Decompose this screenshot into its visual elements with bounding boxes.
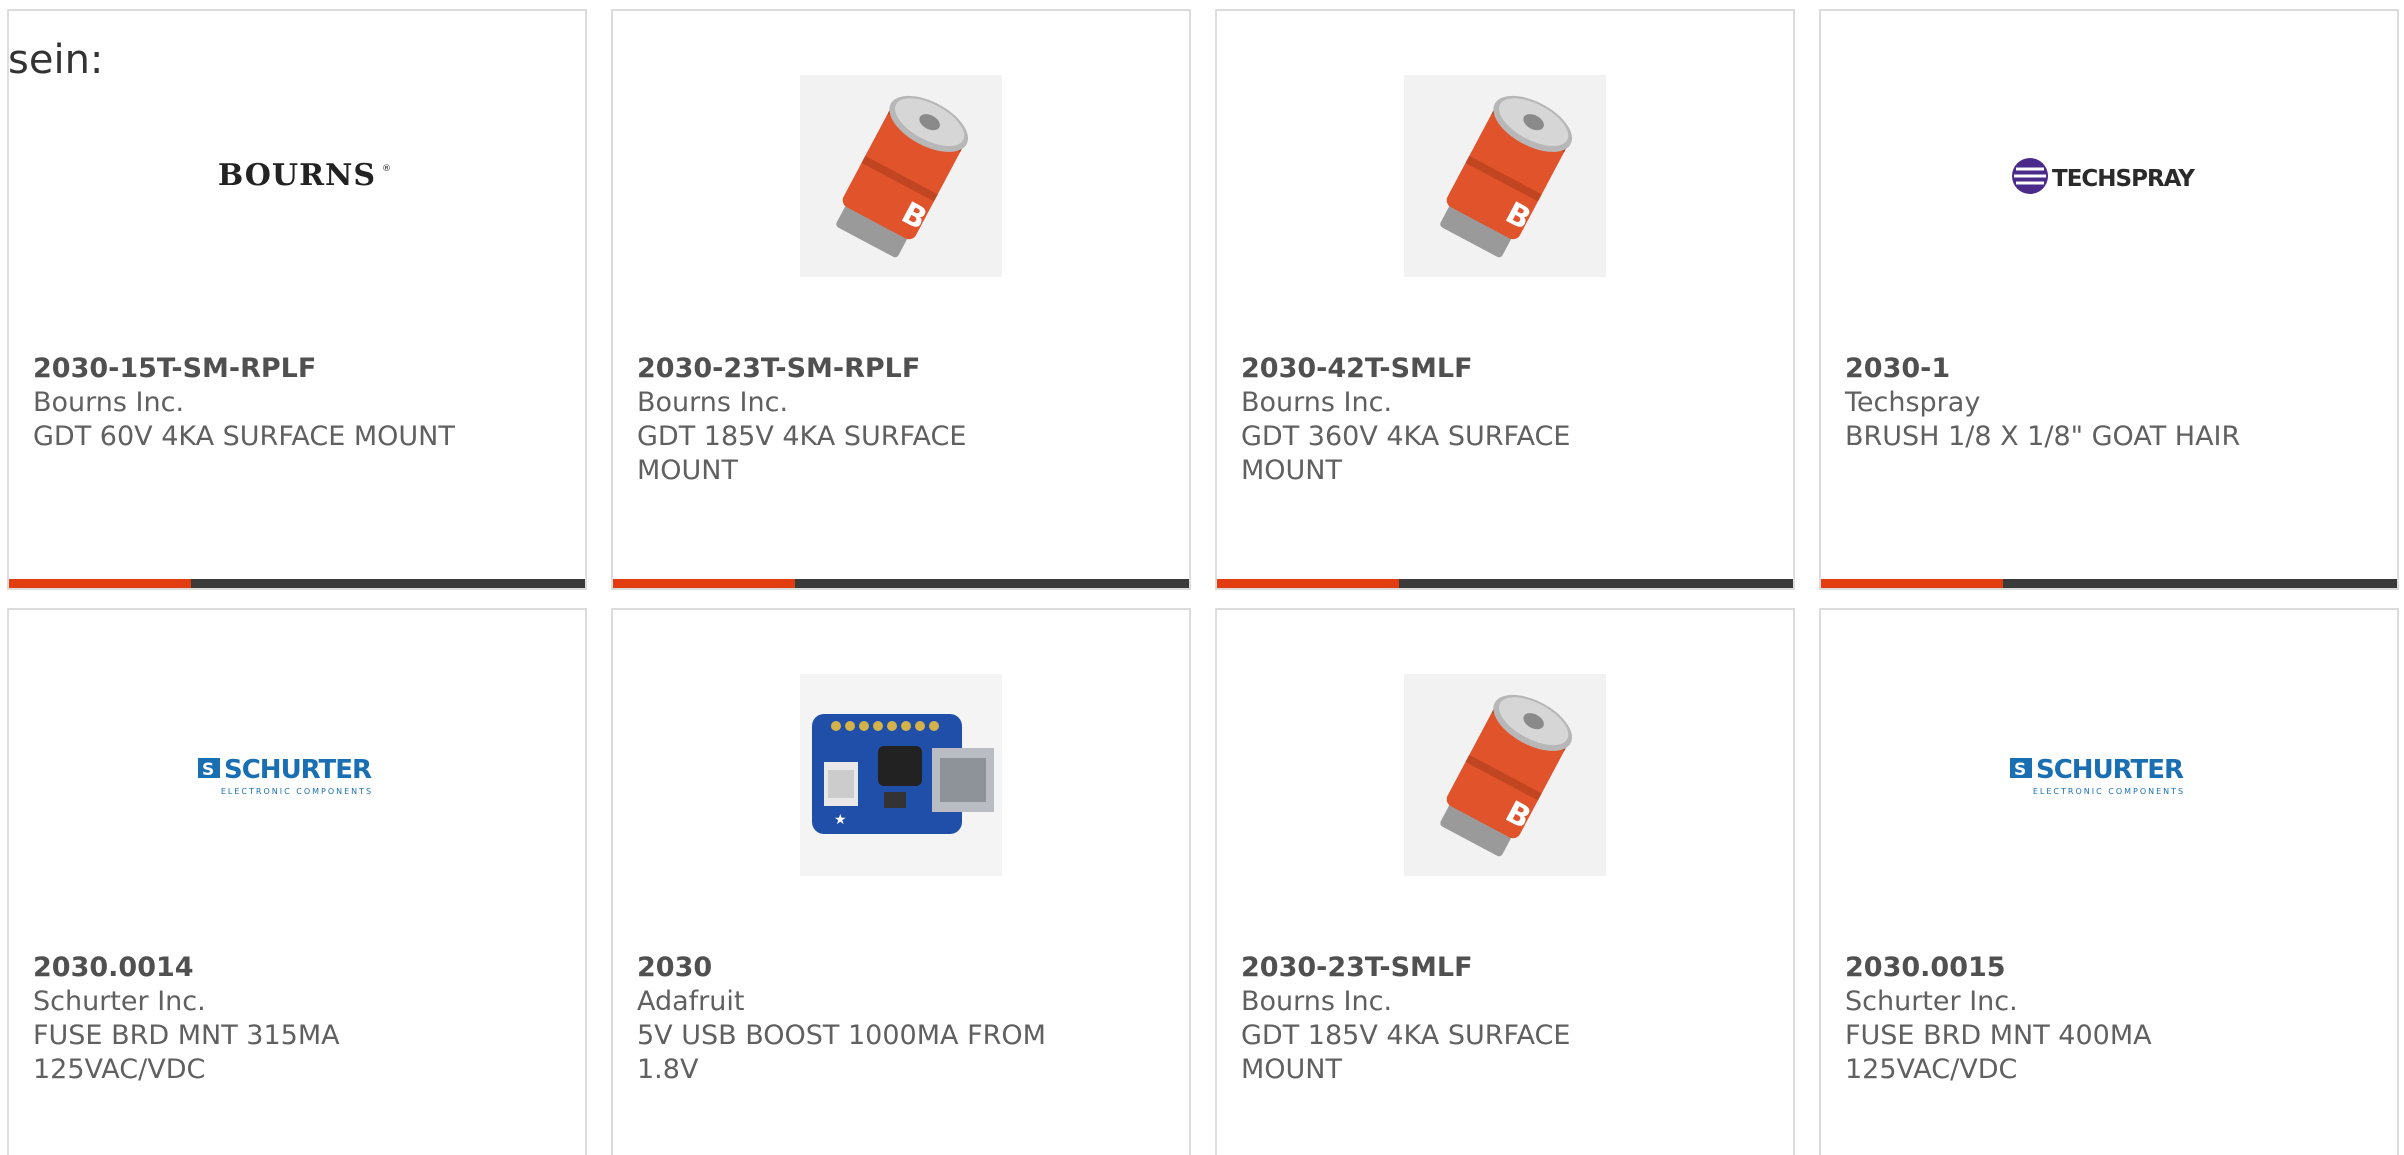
card-bar-accent (1217, 579, 1399, 588)
gas-discharge-tube-image: B (1404, 674, 1606, 876)
product-card[interactable]: S SCHURTER ELECTRONIC COMPONENTS 2030.00… (1819, 608, 2399, 1155)
part-number[interactable]: 2030-42T-SMLF (1241, 352, 1769, 386)
bourns-logo-text: BOURNS (218, 158, 376, 193)
part-number[interactable]: 2030.0015 (1845, 951, 2373, 985)
product-info: 2030.0014 Schurter Inc. FUSE BRD MNT 315… (33, 951, 561, 1087)
product-results-page: sein: BOURNS ® 2030-15T-SM-RPLF Bourns I… (0, 0, 2404, 1155)
part-number[interactable]: 2030.0014 (33, 951, 561, 985)
schurter-logo-subtext: ELECTRONIC COMPONENTS (2033, 787, 2185, 796)
part-number[interactable]: 2030-23T-SMLF (1241, 951, 1769, 985)
gas-discharge-tube-image: B (1404, 75, 1606, 277)
manufacturer: Bourns Inc. (1241, 986, 1393, 1017)
description: GDT 185V 4KA SURFACE MOUNT (1241, 1020, 1571, 1085)
manufacturer: Adafruit (637, 986, 745, 1017)
description: GDT 60V 4KA SURFACE MOUNT (33, 421, 455, 452)
product-info: 2030-15T-SM-RPLF Bourns Inc. GDT 60V 4KA… (33, 352, 561, 454)
description: FUSE BRD MNT 315MA 125VAC/VDC (33, 1020, 340, 1085)
product-image[interactable]: B (800, 75, 1002, 277)
card-bottom-bar (1217, 579, 1793, 588)
product-image[interactable]: BOURNS ® (196, 75, 398, 277)
card-bar-accent (9, 579, 191, 588)
description: 5V USB BOOST 1000MA FROM 1.8V (637, 1020, 1046, 1085)
manufacturer: Bourns Inc. (33, 387, 185, 418)
manufacturer: Schurter Inc. (33, 986, 206, 1017)
product-image[interactable]: S SCHURTER ELECTRONIC COMPONENTS (196, 674, 398, 876)
product-card[interactable]: B 2030-42T-SMLF Bourns Inc. GDT 360V 4KA… (1215, 9, 1795, 590)
description: FUSE BRD MNT 400MA 125VAC/VDC (1845, 1020, 2152, 1085)
manufacturer: Bourns Inc. (637, 387, 789, 418)
description: BRUSH 1/8 X 1/8" GOAT HAIR (1845, 421, 2241, 452)
product-info: 2030 Adafruit 5V USB BOOST 1000MA FROM 1… (637, 951, 1165, 1087)
product-info: 2030-1 Techspray BRUSH 1/8 X 1/8" GOAT H… (1845, 352, 2373, 454)
card-bottom-bar (1821, 579, 2397, 588)
product-card[interactable]: BOURNS ® 2030-15T-SM-RPLF Bourns Inc. GD… (7, 9, 587, 590)
product-card[interactable]: S SCHURTER ELECTRONIC COMPONENTS 2030.00… (7, 608, 587, 1155)
product-card[interactable]: B 2030-23T-SM-RPLF Bourns Inc. GDT 185V … (611, 9, 1191, 590)
product-card[interactable]: ★ 2030 Adafruit 5V USB BOOST 1000MA FROM… (611, 608, 1191, 1155)
part-number[interactable]: 2030-1 (1845, 352, 2373, 386)
description: GDT 185V 4KA SURFACE MOUNT (637, 421, 967, 486)
schurter-logo-text: SCHURTER (224, 755, 372, 785)
card-bottom-bar (9, 579, 585, 588)
description: GDT 360V 4KA SURFACE MOUNT (1241, 421, 1571, 486)
product-image[interactable]: S SCHURTER ELECTRONIC COMPONENTS (2008, 674, 2210, 876)
card-bottom-bar (613, 579, 1189, 588)
svg-text:S: S (202, 760, 214, 780)
gas-discharge-tube-image: B (800, 75, 1002, 277)
product-image[interactable]: B (1404, 75, 1606, 277)
schurter-logo: S SCHURTER ELECTRONIC COMPONENTS (2010, 755, 2185, 796)
manufacturer: Bourns Inc. (1241, 387, 1393, 418)
bourns-logo: BOURNS ® (218, 158, 391, 193)
schurter-logo-text: SCHURTER (2036, 755, 2184, 785)
product-info: 2030-42T-SMLF Bourns Inc. GDT 360V 4KA S… (1241, 352, 1769, 488)
svg-text:S: S (2014, 760, 2026, 780)
product-image[interactable]: B (1404, 674, 1606, 876)
manufacturer: Techspray (1845, 387, 1981, 418)
part-number[interactable]: 2030-15T-SM-RPLF (33, 352, 561, 386)
lead-text: sein: (8, 37, 104, 83)
svg-text:®: ® (382, 164, 391, 174)
schurter-logo-subtext: ELECTRONIC COMPONENTS (221, 787, 373, 796)
schurter-logo: S SCHURTER ELECTRONIC COMPONENTS (198, 755, 373, 796)
usb-boost-board-image: ★ (800, 674, 1002, 876)
card-bar-accent (613, 579, 795, 588)
product-info: 2030.0015 Schurter Inc. FUSE BRD MNT 400… (1845, 951, 2373, 1087)
part-number[interactable]: 2030-23T-SM-RPLF (637, 352, 1165, 386)
product-image[interactable]: ★ (800, 674, 1002, 876)
product-card[interactable]: TECHSPRAY 2030-1 Techspray BRUSH 1/8 X 1… (1819, 9, 2399, 590)
manufacturer: Schurter Inc. (1845, 986, 2018, 1017)
product-card[interactable]: B 2030-23T-SMLF Bourns Inc. GDT 185V 4KA… (1215, 608, 1795, 1155)
techspray-logo-text: TECHSPRAY (2052, 166, 2195, 192)
card-bar-accent (1821, 579, 2003, 588)
svg-text:★: ★ (834, 812, 847, 828)
product-info: 2030-23T-SM-RPLF Bourns Inc. GDT 185V 4K… (637, 352, 1165, 488)
techspray-logo: TECHSPRAY (2012, 158, 2196, 194)
product-image[interactable]: TECHSPRAY (2008, 75, 2210, 277)
product-grid: BOURNS ® 2030-15T-SM-RPLF Bourns Inc. GD… (7, 9, 2404, 1155)
part-number[interactable]: 2030 (637, 951, 1165, 985)
product-info: 2030-23T-SMLF Bourns Inc. GDT 185V 4KA S… (1241, 951, 1769, 1087)
